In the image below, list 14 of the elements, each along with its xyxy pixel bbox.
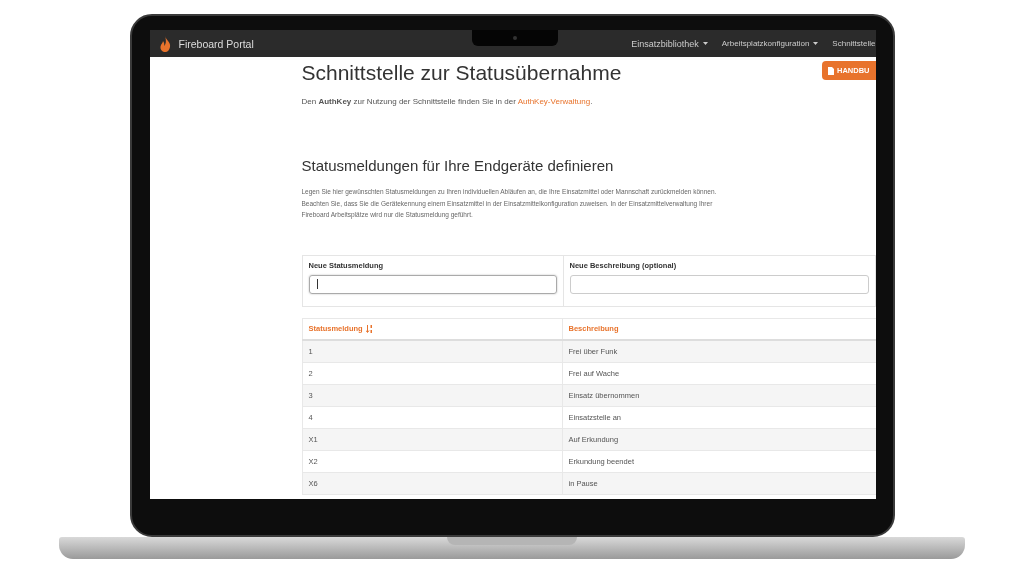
caret-icon[interactable] (702, 42, 708, 45)
input-field[interactable] (308, 274, 557, 294)
section-title: Statusmeldungen für Ihre Endgeräte definieren (301, 157, 615, 174)
brand-name[interactable]: Fireboard Portal (178, 37, 254, 50)
nav-menu-item[interactable]: Arbeitsplatzkonfiguration (721, 39, 819, 48)
intro-text: Den AuthKey zur Nutzung der Schnittstelle finden Sie in der AuthKey-Verwaltung. (301, 97, 594, 106)
input-field[interactable] (569, 274, 869, 294)
sort-icon[interactable] (365, 325, 373, 334)
caret-icon[interactable] (813, 42, 819, 45)
nav-menu-item[interactable]: Einsatzbibliothek (631, 38, 708, 49)
document-icon (828, 66, 834, 75)
flame-icon (159, 35, 171, 52)
nav-menu-item[interactable]: Schnittstelle (832, 39, 876, 48)
page-title: Schnittstelle zur Statusübernahme (301, 61, 622, 85)
